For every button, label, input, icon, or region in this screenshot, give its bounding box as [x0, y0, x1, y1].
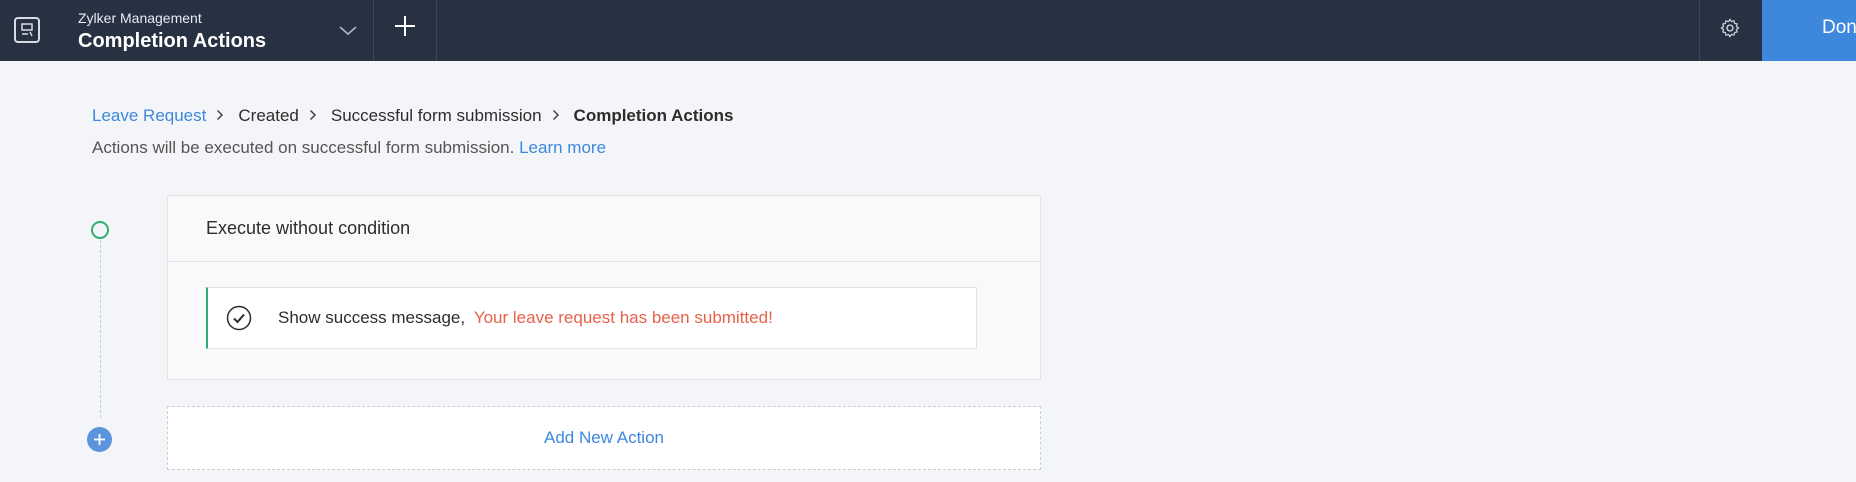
- done-label: Done: [1822, 17, 1856, 38]
- condition-title: Execute without condition: [206, 218, 411, 238]
- done-button[interactable]: Done: [1762, 0, 1856, 61]
- chevron-right-icon: [552, 106, 562, 126]
- breadcrumb-created: Created: [238, 106, 299, 125]
- timeline-connector: [100, 240, 101, 418]
- action-text: Show success message, Your leave request…: [278, 308, 773, 328]
- app-name: Zylker Management: [78, 10, 202, 26]
- gear-icon: [1720, 18, 1740, 38]
- info-text: Actions will be executed on successful f…: [92, 138, 606, 158]
- topbar-divider: [436, 0, 437, 61]
- breadcrumb-successful-submission: Successful form submission: [330, 106, 542, 125]
- condition-card: Execute without condition Show success m…: [167, 195, 1041, 380]
- learn-more-link[interactable]: Learn more: [519, 138, 606, 157]
- action-item[interactable]: Show success message, Your leave request…: [206, 287, 977, 349]
- chevron-right-icon: [216, 106, 226, 126]
- add-button[interactable]: [373, 0, 436, 61]
- page-title: Completion Actions: [78, 30, 267, 52]
- breadcrumb: Leave Request Created Successful form su…: [92, 106, 733, 126]
- plus-icon: [395, 16, 415, 36]
- plus-circle-icon[interactable]: [87, 427, 112, 452]
- action-message: Your leave request has been submitted!: [473, 308, 773, 327]
- settings-button[interactable]: [1699, 0, 1761, 61]
- condition-header: Execute without condition: [168, 196, 1040, 262]
- timeline-node-icon: [91, 221, 109, 239]
- breadcrumb-leave-request[interactable]: Leave Request: [92, 106, 206, 126]
- add-new-action-button[interactable]: Add New Action: [167, 406, 1041, 470]
- chevron-right-icon: [309, 106, 319, 126]
- action-label: Show success message,: [278, 308, 466, 327]
- add-new-action-label: Add New Action: [543, 428, 664, 447]
- breadcrumb-completion-actions: Completion Actions: [573, 106, 734, 125]
- check-circle-icon: [226, 305, 252, 331]
- chevron-down-icon[interactable]: [338, 20, 358, 40]
- info-description: Actions will be executed on successful f…: [92, 138, 515, 157]
- top-bar: Zylker Management Completion Actions Don…: [0, 0, 1856, 61]
- app-form-icon[interactable]: [14, 17, 40, 43]
